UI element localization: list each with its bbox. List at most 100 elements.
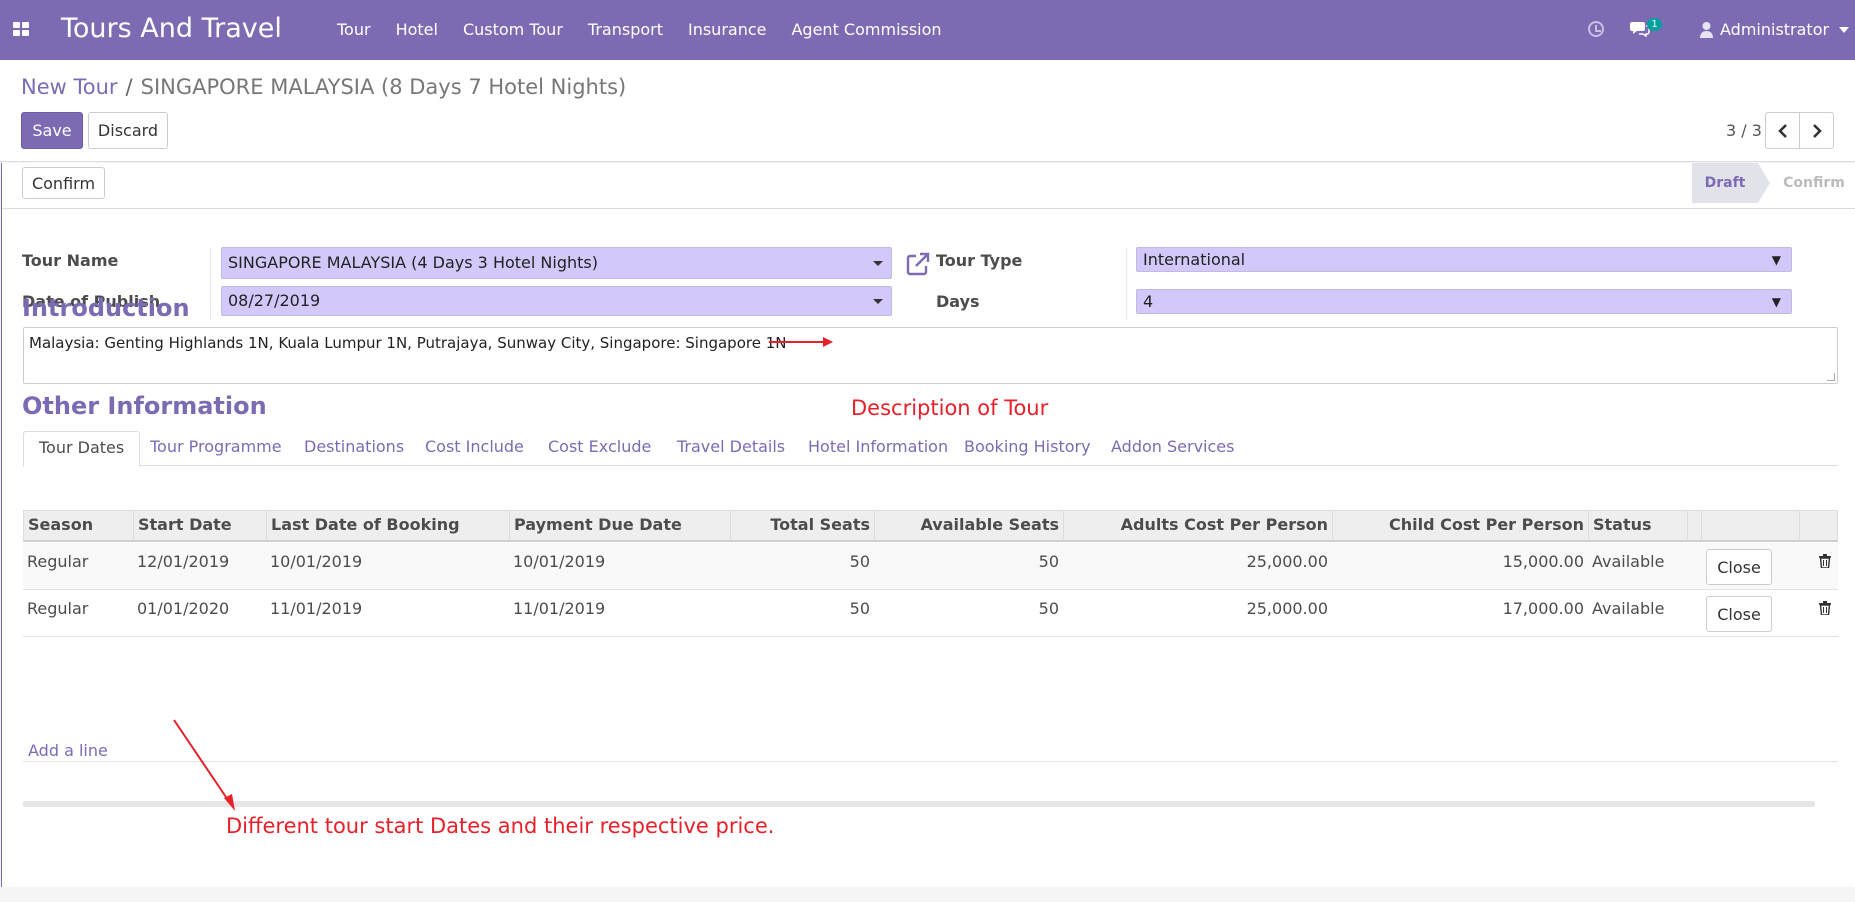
- column-total-seats[interactable]: Total Seats: [731, 511, 875, 541]
- cell-season: Regular: [27, 552, 89, 571]
- days-value: 4: [1143, 292, 1154, 311]
- tour-type-select[interactable]: International ▼: [1136, 247, 1792, 272]
- resize-grip-icon[interactable]: [1827, 373, 1835, 381]
- table-footer: [23, 734, 1838, 762]
- user-menu[interactable]: Administrator: [1699, 20, 1850, 39]
- tab-addon-services[interactable]: Addon Services: [1111, 431, 1234, 466]
- cell-start-date: 01/01/2020: [137, 599, 230, 618]
- annotation-arrow-right: [769, 337, 833, 347]
- tour-type-label: Tour Type: [936, 251, 1023, 270]
- chevron-right-icon: [1812, 123, 1822, 138]
- days-select[interactable]: 4 ▼: [1136, 289, 1792, 314]
- date-of-publish-value: 08/27/2019: [228, 291, 321, 310]
- introduction-textarea[interactable]: Malaysia: Genting Highlands 1N, Kuala Lu…: [23, 327, 1838, 384]
- other-information-heading: Other Information: [22, 392, 267, 420]
- menu-item-agent-commission[interactable]: Agent Commission: [791, 20, 941, 39]
- cell-payment-due-date: 11/01/2019: [513, 599, 606, 618]
- activity-clock-icon[interactable]: [1588, 21, 1604, 37]
- tour-name-value: SINGAPORE MALAYSIA (4 Days 3 Hotel Night…: [228, 253, 598, 272]
- confirm-button[interactable]: Confirm: [22, 167, 105, 199]
- form-sheet: Confirm Draft Confirm Tour Name SINGAPOR…: [1, 163, 1855, 887]
- dropdown-caret-icon: [873, 299, 883, 304]
- column-payment-due-date[interactable]: Payment Due Date: [510, 511, 731, 541]
- field-divider: [210, 248, 211, 320]
- cell-season: Regular: [27, 599, 89, 618]
- menu-item-custom-tour[interactable]: Custom Tour: [463, 20, 563, 39]
- cell-start-date: 12/01/2019: [137, 552, 230, 571]
- breadcrumb: New Tour / SINGAPORE MALAYSIA (8 Days 7 Ho…: [21, 75, 626, 99]
- pager-previous-button[interactable]: [1765, 112, 1800, 149]
- dropdown-triangle-icon: ▼: [1771, 253, 1781, 267]
- column-start-date[interactable]: Start Date: [134, 511, 267, 541]
- introduction-heading: Introduction: [22, 294, 190, 322]
- pager-next-button[interactable]: [1799, 112, 1834, 149]
- days-label: Days: [936, 292, 980, 311]
- tab-cost-exclude[interactable]: Cost Exclude: [548, 431, 651, 466]
- column-season[interactable]: Season: [24, 511, 134, 541]
- user-caret-icon: [1839, 26, 1850, 33]
- table-row[interactable]: Regular 12/01/2019 10/01/2019 10/01/2019…: [23, 543, 1838, 590]
- date-of-publish-input[interactable]: 08/27/2019: [221, 286, 892, 316]
- tab-booking-history[interactable]: Booking History: [964, 431, 1091, 466]
- cell-child-cost: 17,000.00: [1502, 599, 1584, 618]
- annotation-dates: Different tour start Dates and their res…: [226, 814, 775, 838]
- tab-travel-details[interactable]: Travel Details: [677, 431, 785, 466]
- notebook-tabs: Tour Dates Tour Programme Destinations C…: [23, 431, 1838, 467]
- cell-adults-cost: 25,000.00: [1246, 552, 1328, 571]
- cell-last-date-of-booking: 11/01/2019: [270, 599, 363, 618]
- horizontal-scrollbar[interactable]: [23, 801, 1815, 807]
- breadcrumb-parent[interactable]: New Tour: [21, 75, 118, 99]
- user-name: Administrator: [1720, 20, 1830, 39]
- menu-item-hotel[interactable]: Hotel: [396, 20, 438, 39]
- cell-payment-due-date: 10/01/2019: [513, 552, 606, 571]
- column-available-seats[interactable]: Available Seats: [875, 511, 1064, 541]
- dropdown-triangle-icon: ▼: [1771, 295, 1781, 309]
- annotation-arrow-down: [173, 719, 235, 811]
- pager-value: 3 / 3: [1726, 121, 1762, 140]
- cell-child-cost: 15,000.00: [1502, 552, 1584, 571]
- introduction-text: Malaysia: Genting Highlands 1N, Kuala Lu…: [29, 334, 787, 352]
- user-avatar-icon: [1700, 22, 1713, 38]
- cell-status: Available: [1592, 599, 1665, 618]
- column-action: [1702, 511, 1800, 541]
- apps-grid-icon[interactable]: [13, 22, 29, 37]
- close-button[interactable]: Close: [1706, 549, 1772, 585]
- discard-button[interactable]: Discard: [88, 112, 168, 149]
- field-divider: [1126, 248, 1127, 320]
- cell-last-date-of-booking: 10/01/2019: [270, 552, 363, 571]
- save-button[interactable]: Save: [21, 112, 83, 149]
- external-link-icon[interactable]: [905, 251, 931, 277]
- chevron-left-icon: [1777, 123, 1787, 138]
- trash-icon[interactable]: [1819, 554, 1831, 568]
- control-panel: New Tour / SINGAPORE MALAYSIA (8 Days 7 Ho…: [0, 60, 1855, 162]
- trash-icon[interactable]: [1819, 601, 1831, 615]
- tour-name-select[interactable]: SINGAPORE MALAYSIA (4 Days 3 Hotel Night…: [221, 247, 892, 279]
- tab-cost-include[interactable]: Cost Include: [425, 431, 524, 466]
- menu-item-insurance[interactable]: Insurance: [688, 20, 767, 39]
- table-header: Season Start Date Last Date of Booking P…: [23, 510, 1838, 542]
- cell-adults-cost: 25,000.00: [1246, 599, 1328, 618]
- column-status[interactable]: Status: [1589, 511, 1688, 541]
- cell-total-seats: 50: [849, 599, 870, 618]
- chat-count-badge: 1: [1647, 18, 1662, 31]
- column-last-date-of-booking[interactable]: Last Date of Booking: [267, 511, 510, 541]
- status-bar: Confirm Draft Confirm: [2, 163, 1855, 209]
- close-button[interactable]: Close: [1706, 596, 1772, 632]
- tab-tour-dates[interactable]: Tour Dates: [23, 431, 141, 467]
- table-row[interactable]: Regular 01/01/2020 11/01/2019 11/01/2019…: [23, 590, 1838, 637]
- menu-item-transport[interactable]: Transport: [588, 20, 663, 39]
- tab-tour-programme[interactable]: Tour Programme: [150, 431, 282, 466]
- stage-confirm: Confirm: [1783, 175, 1845, 191]
- tour-name-label: Tour Name: [22, 251, 119, 270]
- app-title: Tours And Travel: [61, 13, 282, 44]
- cell-available-seats: 50: [1038, 552, 1059, 571]
- main-menu: Tour Hotel Custom Tour Transport Insuran…: [337, 20, 967, 39]
- column-child-cost[interactable]: Child Cost Per Person: [1333, 511, 1589, 541]
- annotation-description: Description of Tour: [851, 396, 1049, 420]
- column-adults-cost[interactable]: Adults Cost Per Person: [1064, 511, 1333, 541]
- tab-destinations[interactable]: Destinations: [304, 431, 404, 466]
- menu-item-tour[interactable]: Tour: [337, 20, 371, 39]
- tab-hotel-information[interactable]: Hotel Information: [808, 431, 948, 466]
- cell-total-seats: 50: [849, 552, 870, 571]
- stage-arrow: [1758, 163, 1770, 203]
